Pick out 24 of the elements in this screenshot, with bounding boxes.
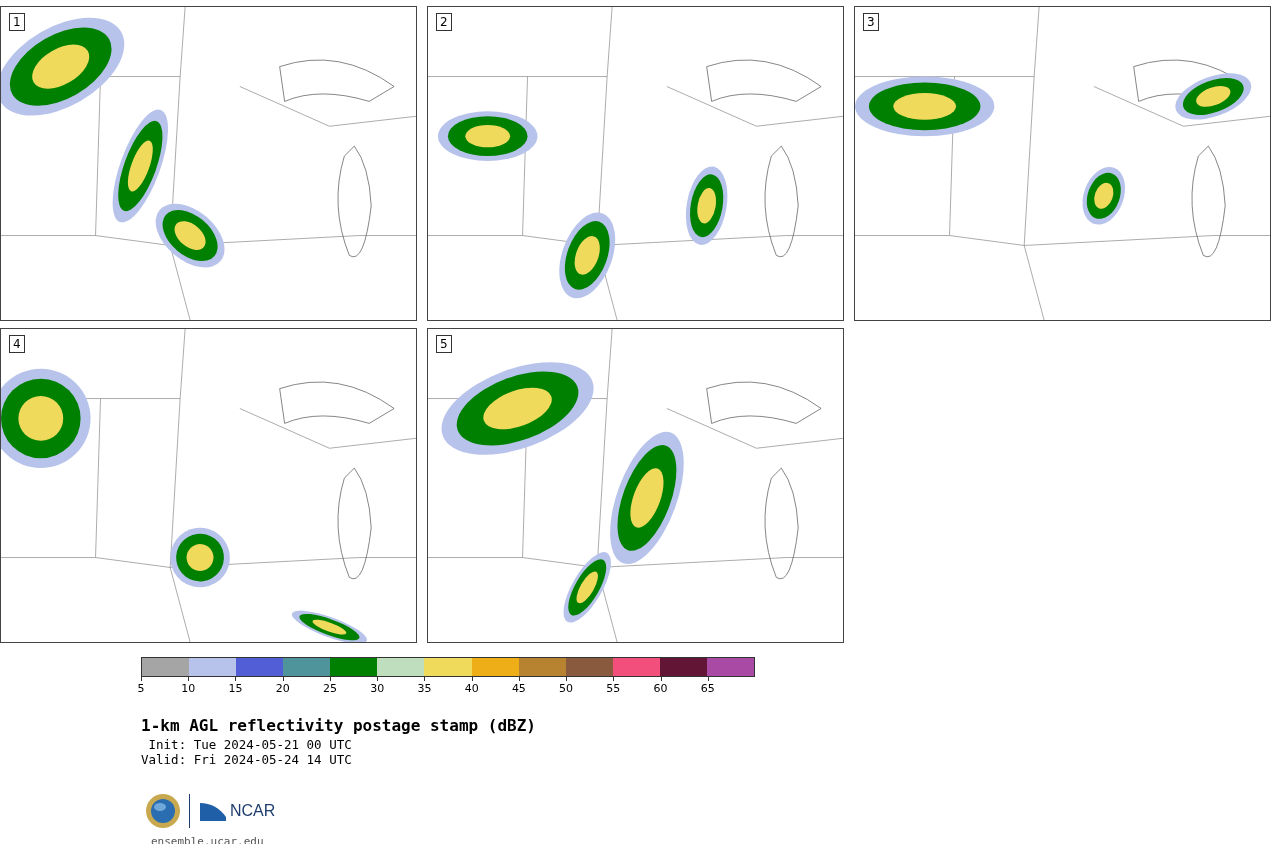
valid-time: Valid: Fri 2024-05-24 14 UTC bbox=[141, 752, 353, 767]
chart-title: 1-km AGL reflectivity postage stamp (dBZ) bbox=[141, 716, 537, 735]
tick-label: 40 bbox=[464, 682, 479, 695]
tick-label: 20 bbox=[275, 682, 290, 695]
panel-number: 1 bbox=[9, 13, 25, 31]
tick-label: 35 bbox=[417, 682, 432, 695]
swoosh-logo-icon bbox=[200, 801, 226, 821]
tick-label: 5 bbox=[137, 682, 145, 695]
panel-number: 5 bbox=[436, 335, 452, 353]
init-time: Init: Tue 2024-05-21 00 UTC bbox=[147, 737, 353, 752]
panel-number: 4 bbox=[9, 335, 25, 353]
tick-label: 10 bbox=[181, 682, 196, 695]
tick-label: 25 bbox=[322, 682, 337, 695]
tick-label: 50 bbox=[559, 682, 574, 695]
tick-label: 45 bbox=[511, 682, 526, 695]
panel-number: 2 bbox=[436, 13, 452, 31]
tick-label: 30 bbox=[370, 682, 385, 695]
tick-label: 55 bbox=[606, 682, 621, 695]
seal-logo-icon bbox=[145, 793, 181, 829]
panel-number: 3 bbox=[863, 13, 879, 31]
tick-label: 60 bbox=[653, 682, 668, 695]
tick-label: 65 bbox=[700, 682, 715, 695]
logo-text: NCAR bbox=[230, 802, 276, 820]
tick-label: 15 bbox=[228, 682, 243, 695]
